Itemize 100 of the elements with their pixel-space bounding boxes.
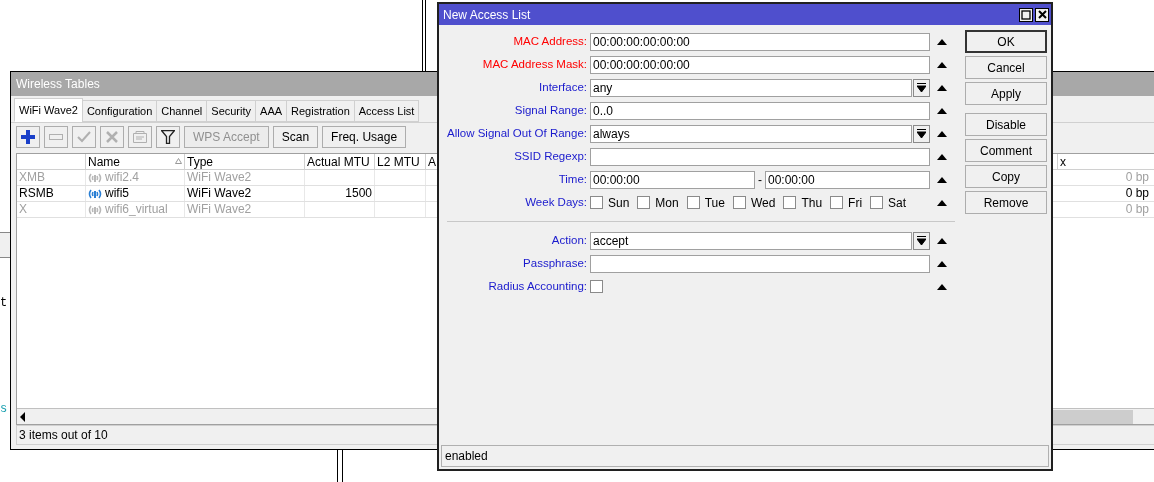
dialog-button[interactable]: Comment	[965, 139, 1047, 162]
table-cell: wifi5	[105, 186, 129, 201]
tab[interactable]: Registration	[286, 100, 355, 122]
field-label: Action:	[551, 232, 587, 248]
input-field[interactable]	[590, 147, 930, 166]
dialog-button[interactable]: Cancel	[965, 56, 1047, 79]
input-field[interactable]: accept	[590, 231, 912, 250]
column-header[interactable]: L2 MTU	[375, 154, 426, 169]
dropdown-button[interactable]	[913, 124, 930, 143]
checkbox[interactable]	[590, 280, 603, 293]
column-header[interactable]: Actual MTU	[305, 154, 375, 169]
maximize-button[interactable]	[1019, 7, 1033, 22]
tab[interactable]: Security	[206, 100, 257, 122]
dropdown-arrow-icon	[917, 83, 926, 92]
checkbox[interactable]	[686, 196, 700, 209]
cross-icon	[106, 131, 118, 143]
checkbox[interactable]	[870, 196, 884, 209]
filter-icon	[161, 130, 175, 144]
field-label: MAC Address:	[513, 33, 587, 49]
tab[interactable]: Access List	[353, 100, 420, 122]
input-field[interactable]	[590, 254, 930, 273]
collapse-icon[interactable]	[937, 199, 947, 206]
input-field[interactable]: any	[590, 78, 912, 97]
collapse-icon[interactable]	[937, 176, 947, 183]
collapse-icon[interactable]	[937, 130, 947, 137]
column-header[interactable]: Name	[86, 154, 185, 169]
checkbox[interactable]	[732, 196, 746, 209]
table-cell: wifi2.4	[105, 170, 139, 185]
dropdown-arrow-icon	[917, 129, 926, 138]
maximize-icon	[1021, 9, 1031, 20]
dialog-button[interactable]: Copy	[965, 165, 1047, 188]
table-cell: XMB	[17, 170, 86, 185]
table-cell: X	[17, 202, 86, 217]
table-cell: RSMB	[17, 186, 86, 201]
table-cell: WiFi Wave2	[185, 170, 305, 185]
status-text: 3 items out of 10	[19, 427, 108, 444]
toolbar-button[interactable]: Scan	[272, 126, 319, 148]
input-field[interactable]: always	[590, 124, 912, 143]
collapse-icon[interactable]	[937, 84, 947, 91]
status-text: enabled	[445, 448, 488, 465]
table-cell: wifi6_virtual	[105, 202, 168, 217]
column-header[interactable]: Type	[185, 154, 305, 169]
collapse-icon[interactable]	[937, 260, 947, 267]
toolbar-button[interactable]: Freq. Usage	[322, 126, 407, 148]
weekday-label: Thu	[801, 194, 823, 212]
input-field[interactable]: 00:00:00	[590, 170, 755, 189]
checkbox[interactable]	[783, 196, 797, 209]
wifi-icon	[88, 188, 102, 199]
toolbar-button[interactable]	[16, 126, 40, 148]
table-cell: WiFi Wave2	[185, 186, 305, 201]
field-label: Time:	[558, 171, 587, 187]
background-text: t	[0, 295, 8, 312]
tab[interactable]: AAA	[255, 100, 288, 122]
close-button[interactable]	[1035, 7, 1049, 22]
checkbox[interactable]	[830, 196, 844, 209]
collapse-icon[interactable]	[937, 153, 947, 160]
tab[interactable]: WiFi Wave2	[14, 98, 83, 122]
collapse-icon[interactable]	[937, 107, 947, 114]
sort-icon	[175, 158, 182, 164]
check-icon	[77, 131, 91, 143]
weekday-label: Mon	[655, 194, 679, 212]
collapse-icon[interactable]	[937, 61, 947, 68]
collapse-icon[interactable]	[937, 38, 947, 45]
minus-icon	[49, 134, 63, 140]
input-field[interactable]: 00:00:00:00:00:00	[590, 55, 930, 74]
field-label: MAC Address Mask:	[482, 56, 587, 72]
dialog-button[interactable]: Disable	[965, 113, 1047, 136]
dialog-button[interactable]: OK	[965, 30, 1047, 53]
dialog-button[interactable]: Apply	[965, 82, 1047, 105]
weekday-label: Sun	[608, 194, 630, 212]
tab[interactable]: Configuration	[81, 100, 158, 122]
input-field[interactable]: 0..0	[590, 101, 930, 120]
table-cell-text: 0 bp	[1124, 186, 1149, 201]
dropdown-button[interactable]	[913, 78, 930, 97]
field-label: Passphrase:	[523, 255, 587, 271]
toolbar-button[interactable]	[156, 126, 180, 148]
input-field[interactable]: 00:00:00	[765, 170, 930, 189]
checkbox[interactable]	[590, 196, 603, 209]
collapse-icon[interactable]	[937, 237, 947, 244]
wifi-icon	[88, 172, 102, 183]
field-label: Radius Accounting:	[488, 278, 587, 294]
weekday-label: Fri	[848, 194, 863, 212]
dropdown-button[interactable]	[913, 231, 930, 250]
column-header[interactable]: x	[1057, 154, 1154, 169]
wifi-icon	[88, 204, 102, 215]
dialog-button[interactable]: Remove	[965, 191, 1047, 214]
checkbox[interactable]	[637, 196, 651, 209]
input-field[interactable]: 00:00:00:00:00:00	[590, 32, 930, 51]
table-cell-text: 0 bp	[1124, 170, 1149, 185]
table-cell: 1500	[305, 186, 375, 201]
field-label: Interface:	[539, 79, 587, 95]
time-separator: -	[757, 171, 763, 189]
close-icon	[1037, 10, 1047, 19]
field-label: Allow Signal Out Of Range:	[447, 125, 587, 141]
field-label: Week Days:	[525, 194, 587, 210]
collapse-icon[interactable]	[937, 283, 947, 290]
dropdown-arrow-icon	[917, 236, 926, 245]
field-label: SSID Regexp:	[514, 148, 587, 164]
tab[interactable]: Channel	[156, 100, 208, 122]
weekday-label: Wed	[750, 194, 776, 212]
